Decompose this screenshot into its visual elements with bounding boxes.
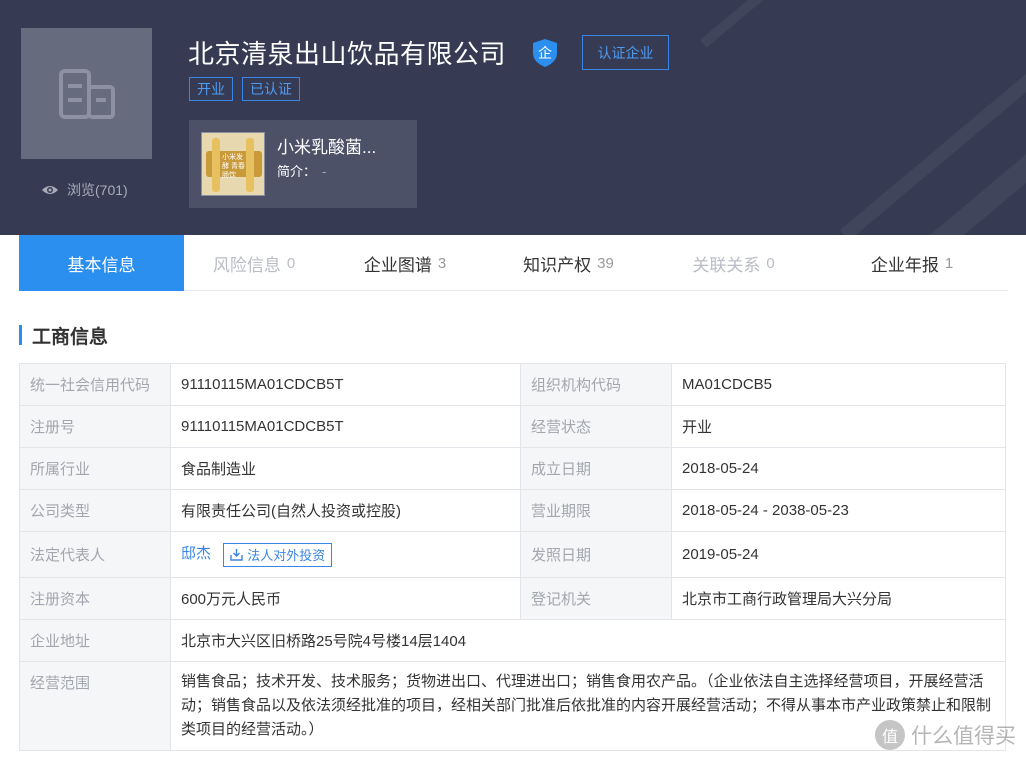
credit-code-label: 统一社会信用代码 [19, 363, 171, 406]
address-value: 北京市大兴区旧桥路25号院4号楼14层1404 [170, 619, 1006, 662]
status-label: 经营状态 [520, 405, 672, 448]
table-row: 法定代表人 邸杰 法人对外投资 发照日期 2019-05-24 [19, 531, 1006, 578]
legal-rep-link[interactable]: 邸杰 [181, 545, 211, 562]
certify-enterprise-button[interactable]: 认证企业 [582, 35, 669, 70]
tab-basic-info[interactable]: 基本信息 [19, 235, 184, 291]
download-icon [230, 549, 243, 561]
legal-rep-cell: 邸杰 法人对外投资 [170, 531, 521, 578]
tab-intellectual-property[interactable]: 知识产权 39 [486, 235, 651, 291]
tab-label: 企业图谱 [363, 255, 432, 275]
table-row: 公司类型 有限责任公司(自然人投资或控股) 营业期限 2018-05-24 - … [19, 489, 1006, 532]
table-row: 统一社会信用代码 91110115MA01CDCB5T 组织机构代码 MA01C… [19, 363, 1006, 406]
tab-bar: 基本信息 风险信息 0 企业图谱 3 知识产权 39 关联关系 0 企业年报 1 [19, 235, 1008, 291]
authority-label: 登记机关 [520, 577, 672, 620]
business-info-table: 统一社会信用代码 91110115MA01CDCB5T 组织机构代码 MA01C… [19, 363, 1006, 751]
tab-label: 关联关系 [692, 255, 761, 275]
tab-label: 企业年报 [870, 255, 939, 275]
tab-related-relations[interactable]: 关联关系 0 [651, 235, 816, 291]
industry-label: 所属行业 [19, 447, 171, 490]
company-name: 北京清泉出山饮品有限公司 [188, 39, 507, 69]
legal-rep-label: 法定代表人 [19, 531, 171, 578]
product-desc-label: 简介： [277, 164, 317, 179]
company-header: 浏览(701) 北京清泉出山饮品有限公司 企 认证企业 开业 已认证 小米发酵 … [0, 0, 1026, 235]
site-watermark: 值 什么值得买 [875, 720, 1016, 750]
tab-count: 1 [944, 254, 954, 272]
watermark-text: 什么值得买 [911, 725, 1016, 748]
verified-badge-text: 企 [538, 45, 552, 61]
org-code-label: 组织机构代码 [520, 363, 672, 406]
authority-value: 北京市工商行政管理局大兴分局 [671, 577, 1006, 620]
table-row: 注册资本 600万元人民币 登记机关 北京市工商行政管理局大兴分局 [19, 577, 1006, 620]
business-term-label: 营业期限 [520, 489, 672, 532]
reg-no-label: 注册号 [19, 405, 171, 448]
table-row: 经营范围 销售食品；技术开发、技术服务；货物进出口、代理进出口；销售食用农产品。… [19, 661, 1006, 751]
table-row: 企业地址 北京市大兴区旧桥路25号院4号楼14层1404 [19, 619, 1006, 662]
address-label: 企业地址 [19, 619, 171, 662]
industry-value: 食品制造业 [170, 447, 521, 490]
org-code-value: MA01CDCB5 [671, 363, 1006, 406]
view-count-label: 浏览(701) [67, 182, 128, 198]
tab-annual-report[interactable]: 企业年报 1 [816, 235, 1008, 291]
legal-rep-invest-button[interactable]: 法人对外投资 [223, 542, 333, 567]
tab-label: 基本信息 [67, 255, 136, 275]
building-icon [58, 68, 115, 119]
product-card[interactable]: 小米发酵 青春肠饮 小米乳酸菌... 简介： - [189, 120, 417, 208]
status-value: 开业 [671, 405, 1006, 448]
product-image-text: 小米发酵 青春肠饮 [222, 154, 245, 179]
verified-enterprise-icon: 企 [531, 38, 559, 68]
scope-label: 经营范围 [19, 661, 171, 751]
tab-label: 知识产权 [523, 255, 592, 275]
status-tag-open: 开业 [189, 77, 233, 101]
business-term-value: 2018-05-24 - 2038-05-23 [671, 489, 1006, 532]
product-description: 简介： - [277, 161, 326, 180]
section-accent-bar [19, 325, 22, 345]
product-image: 小米发酵 青春肠饮 [201, 132, 265, 196]
product-title[interactable]: 小米乳酸菌... [277, 133, 376, 158]
company-type-value: 有限责任公司(自然人投资或控股) [170, 489, 521, 532]
company-logo-placeholder [21, 28, 152, 159]
view-count: 浏览(701) [41, 180, 128, 200]
capital-value: 600万元人民币 [170, 577, 521, 620]
founded-value: 2018-05-24 [671, 447, 1006, 490]
tab-enterprise-graph[interactable]: 企业图谱 3 [324, 235, 486, 291]
credit-code-value: 91110115MA01CDCB5T [170, 363, 521, 406]
tab-count: 3 [437, 254, 447, 272]
founded-label: 成立日期 [520, 447, 672, 490]
section-title-text: 工商信息 [32, 326, 109, 348]
license-date-value: 2019-05-24 [671, 531, 1006, 578]
eye-icon [42, 186, 58, 194]
reg-no-value: 91110115MA01CDCB5T [170, 405, 521, 448]
license-date-label: 发照日期 [520, 531, 672, 578]
product-desc-value: - [322, 164, 327, 179]
tab-count: 39 [597, 254, 614, 272]
company-type-label: 公司类型 [19, 489, 171, 532]
section-title: 工商信息 [19, 323, 109, 348]
table-row: 所属行业 食品制造业 成立日期 2018-05-24 [19, 447, 1006, 490]
tab-count: 0 [286, 254, 296, 272]
tab-count: 0 [766, 254, 775, 272]
tab-risk-info[interactable]: 风险信息 0 [184, 235, 324, 291]
status-tag-verified: 已认证 [242, 77, 300, 101]
table-row: 注册号 91110115MA01CDCB5T 经营状态 开业 [19, 405, 1006, 448]
tab-label: 风险信息 [212, 255, 281, 275]
legal-rep-invest-label: 法人对外投资 [247, 548, 326, 564]
capital-label: 注册资本 [19, 577, 171, 620]
watermark-logo-icon: 值 [875, 720, 905, 750]
